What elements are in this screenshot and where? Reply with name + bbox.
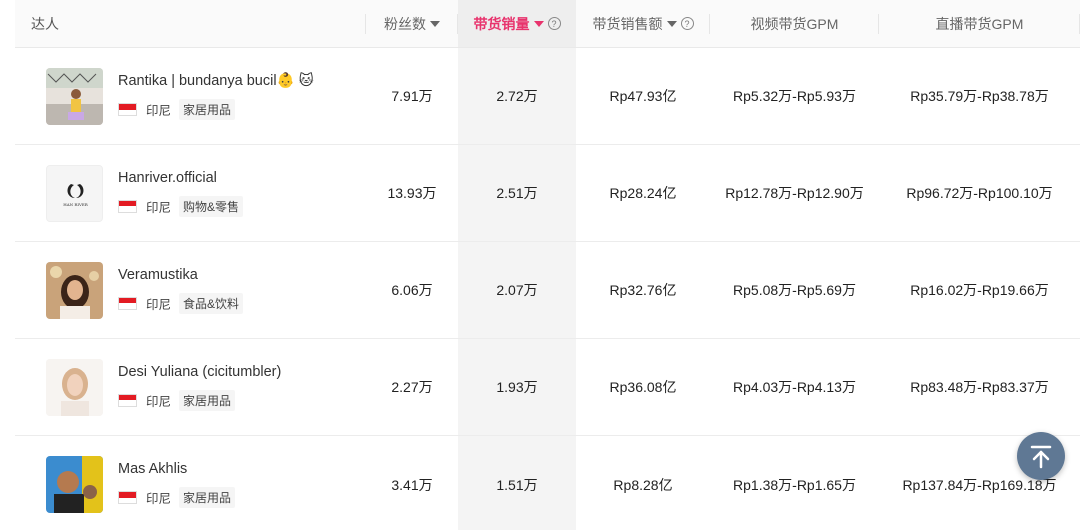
- amount-value: Rp36.08亿: [609, 379, 677, 395]
- category-tag: 家居用品: [179, 99, 236, 120]
- help-icon[interactable]: ?: [680, 17, 694, 30]
- influencer-cell: HAN RIVER Hanriver.official 印尼 购物&零售: [15, 145, 366, 241]
- influencer-info: Hanriver.official 印尼 购物&零售: [118, 170, 244, 217]
- back-to-top-arrow-icon: [1030, 445, 1052, 469]
- category-tag: 食品&饮料: [179, 292, 244, 314]
- amount-value: Rp47.93亿: [609, 88, 677, 104]
- fans-value: 7.91万: [391, 88, 433, 104]
- header-live-gpm-label: 直播带货GPM: [935, 15, 1024, 32]
- influencer-name[interactable]: Hanriver.official: [118, 170, 243, 186]
- video-gpm-value: Rp5.32万-Rp5.93万: [733, 88, 856, 104]
- avatar[interactable]: [46, 358, 103, 416]
- influencer-cell: Veramustika 印尼 食品&饮料: [15, 242, 366, 338]
- video-gpm-value: Rp12.78万-Rp12.90万: [725, 185, 864, 201]
- influencer-name[interactable]: Rantika | bundanya bucil👶 🐱: [118, 72, 314, 89]
- country-label: 印尼: [146, 297, 172, 312]
- category-tag: 家居用品: [179, 487, 236, 508]
- country-label: 印尼: [146, 492, 172, 506]
- header-video-gpm: 视频带货GPM: [710, 0, 879, 47]
- help-icon[interactable]: ?: [547, 17, 561, 30]
- logo-lettering: HAN RIVER: [63, 202, 89, 207]
- sort-caret-icon: [533, 20, 544, 27]
- avatar[interactable]: [46, 67, 103, 125]
- table-row[interactable]: Rantika | bundanya bucil👶 🐱 印尼 家居用品 7.91…: [15, 48, 1080, 145]
- influencer-cell: Desi Yuliana (cicitumbler) 印尼 家居用品: [15, 339, 366, 435]
- influencer-info: Desi Yuliana (cicitumbler) 印尼 家居用品: [118, 364, 281, 411]
- fans-value: 6.06万: [391, 282, 433, 298]
- avatar[interactable]: HAN RIVER: [46, 164, 103, 222]
- influencer-name[interactable]: Mas Akhlis: [118, 461, 235, 477]
- influencer-name[interactable]: Veramustika: [118, 267, 243, 283]
- back-to-top-button[interactable]: [1017, 432, 1065, 480]
- header-influencer: 达人: [15, 0, 366, 47]
- table-row[interactable]: Mas Akhlis 印尼 家居用品 3.41万 1.51万 Rp8.28亿 R…: [15, 436, 1080, 530]
- video-gpm-value: Rp1.38万-Rp1.65万: [733, 476, 856, 493]
- live-gpm-value: Rp16.02万-Rp19.66万: [910, 282, 1049, 298]
- sort-caret-icon: [666, 20, 677, 27]
- category-tag: 家居用品: [179, 389, 236, 411]
- table-row[interactable]: Veramustika 印尼 食品&饮料 6.06万 2.07万 Rp32.76…: [15, 242, 1080, 339]
- influencer-cell: Mas Akhlis 印尼 家居用品: [15, 436, 366, 530]
- influencer-info: Mas Akhlis 印尼 家居用品: [118, 461, 236, 508]
- header-sales[interactable]: 带货销量?: [458, 0, 576, 47]
- table-header: 达人 粉丝数 带货销量? 带货销售额? 视频带货GPM 直播带货GPM: [15, 0, 1080, 48]
- fans-value: 3.41万: [391, 476, 433, 493]
- header-amount-label: 带货销售额: [592, 15, 663, 32]
- avatar-photo-icon: [46, 261, 103, 319]
- influencer-info: Veramustika 印尼 食品&饮料: [118, 267, 244, 314]
- amount-value: Rp28.24亿: [609, 185, 677, 201]
- fans-value: 13.93万: [387, 185, 437, 201]
- header-fans[interactable]: 粉丝数: [366, 0, 458, 47]
- indonesia-flag-icon: [118, 491, 137, 504]
- live-gpm-value: Rp96.72万-Rp100.10万: [906, 185, 1053, 201]
- amount-value: Rp32.76亿: [609, 282, 677, 298]
- avatar-photo-icon: [46, 358, 103, 416]
- country-label: 印尼: [146, 200, 172, 215]
- influencer-info: Rantika | bundanya bucil👶 🐱 印尼 家居用品: [118, 72, 314, 120]
- indonesia-flag-icon: [118, 103, 137, 116]
- avatar-photo-icon: [46, 67, 103, 125]
- header-influencer-label: 达人: [31, 15, 59, 32]
- fans-value: 2.27万: [391, 379, 433, 395]
- header-fans-label: 粉丝数: [384, 15, 426, 32]
- sales-value: 2.51万: [458, 145, 576, 241]
- amount-value: Rp8.28亿: [613, 476, 673, 493]
- live-gpm-value: Rp35.79万-Rp38.78万: [910, 88, 1049, 104]
- video-gpm-value: Rp5.08万-Rp5.69万: [733, 282, 856, 298]
- sales-value: 1.51万: [458, 436, 576, 530]
- sales-value: 2.07万: [458, 242, 576, 338]
- influencer-table: 达人 粉丝数 带货销量? 带货销售额? 视频带货GPM 直播带货GPM Rant…: [15, 0, 1080, 530]
- avatar[interactable]: [46, 456, 103, 513]
- influencer-meta: 印尼 购物&零售: [118, 195, 244, 217]
- sort-caret-icon: [430, 20, 440, 27]
- sales-value: 2.72万: [458, 48, 576, 144]
- table-row[interactable]: HAN RIVER Hanriver.official 印尼 购物&零售 13.…: [15, 145, 1080, 242]
- han-river-logo-icon: HAN RIVER: [47, 165, 102, 221]
- header-sales-label: 带货销量: [473, 15, 530, 32]
- indonesia-flag-icon: [118, 296, 137, 310]
- influencer-meta: 印尼 食品&饮料: [118, 292, 244, 314]
- avatar[interactable]: [46, 261, 103, 319]
- influencer-meta: 印尼 家居用品: [118, 99, 314, 120]
- header-live-gpm: 直播带货GPM: [879, 0, 1080, 47]
- live-gpm-value: Rp83.48万-Rp83.37万: [910, 379, 1049, 395]
- category-tag: 购物&零售: [179, 195, 244, 217]
- sales-value: 1.93万: [458, 339, 576, 435]
- influencer-name[interactable]: Desi Yuliana (cicitumbler): [118, 364, 281, 380]
- indonesia-flag-icon: [118, 393, 137, 407]
- influencer-meta: 印尼 家居用品: [118, 487, 236, 508]
- video-gpm-value: Rp4.03万-Rp4.13万: [733, 379, 856, 395]
- header-amount[interactable]: 带货销售额?: [576, 0, 710, 47]
- country-label: 印尼: [146, 104, 172, 118]
- indonesia-flag-icon: [118, 199, 137, 213]
- avatar-photo-icon: [46, 456, 103, 513]
- influencer-meta: 印尼 家居用品: [118, 389, 281, 411]
- header-video-gpm-label: 视频带货GPM: [750, 15, 839, 32]
- table-row[interactable]: Desi Yuliana (cicitumbler) 印尼 家居用品 2.27万…: [15, 339, 1080, 436]
- influencer-cell: Rantika | bundanya bucil👶 🐱 印尼 家居用品: [15, 48, 366, 144]
- country-label: 印尼: [146, 394, 172, 409]
